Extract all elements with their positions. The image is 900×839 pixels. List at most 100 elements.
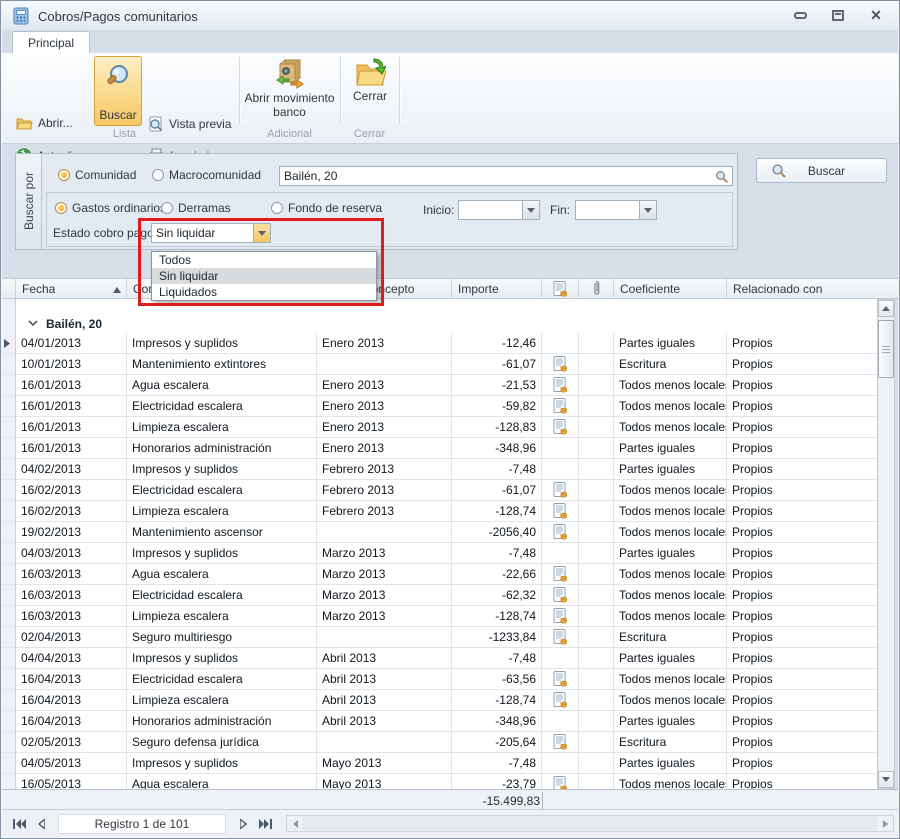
row-indicator-cell xyxy=(2,669,16,690)
scroll-up-button[interactable] xyxy=(878,300,894,317)
radio-fondo-reserva[interactable]: Fondo de reserva xyxy=(271,201,382,215)
table-row[interactable]: 16/01/2013 Agua escalera Enero 2013 -21,… xyxy=(2,375,878,396)
table-row[interactable]: 16/03/2013 Agua escalera Marzo 2013 -22,… xyxy=(2,564,878,585)
table-row[interactable]: 16/05/2013 Agua escalera Mayo 2013 -23,7… xyxy=(2,774,878,789)
cell-attachment xyxy=(579,711,614,732)
next-record-icon xyxy=(240,819,247,829)
cell-coeficiente: Escritura xyxy=(614,354,727,375)
cell-concepto: Impresos y suplidos xyxy=(127,648,317,669)
table-row[interactable]: 16/02/2013 Electricidad escalera Febrero… xyxy=(2,480,878,501)
maximize-icon xyxy=(832,10,844,21)
table-row[interactable]: 04/04/2013 Impresos y suplidos Abril 201… xyxy=(2,648,878,669)
cell-relacionado: Propios xyxy=(727,732,878,753)
table-row[interactable]: 04/03/2013 Impresos y suplidos Marzo 201… xyxy=(2,543,878,564)
cell-importe: -128,74 xyxy=(452,690,542,711)
table-row[interactable]: 04/02/2013 Impresos y suplidos Febrero 2… xyxy=(2,459,878,480)
cell-importe: -348,96 xyxy=(452,438,542,459)
tab-principal[interactable]: Principal xyxy=(12,31,90,54)
cell-fecha: 04/02/2013 xyxy=(16,459,127,480)
table-row[interactable]: 16/04/2013 Honorarios administración Abr… xyxy=(2,711,878,732)
previous-record-button[interactable] xyxy=(30,815,52,833)
last-record-button[interactable] xyxy=(254,815,276,833)
scroll-right-button[interactable] xyxy=(877,816,893,831)
estado-combo[interactable]: Sin liquidar xyxy=(151,223,271,243)
table-row[interactable]: 16/04/2013 Electricidad escalera Abril 2… xyxy=(2,669,878,690)
table-row[interactable]: 02/04/2013 Seguro multiriesgo -1233,84 E… xyxy=(2,627,878,648)
vertical-scrollbar[interactable] xyxy=(877,299,895,789)
header-attachment-column[interactable] xyxy=(579,279,614,298)
group-row[interactable]: Bailén, 20 xyxy=(2,314,878,333)
table-row[interactable]: 19/02/2013 Mantenimiento ascensor -2056,… xyxy=(2,522,878,543)
cell-coeficiente: Todos menos locales xyxy=(614,606,727,627)
buscar-ribbon-button[interactable]: Buscar xyxy=(94,56,142,126)
table-row[interactable]: 16/01/2013 Electricidad escalera Enero 2… xyxy=(2,396,878,417)
cell-importe: -7,48 xyxy=(452,648,542,669)
table-row[interactable]: 16/03/2013 Limpieza escalera Marzo 2013 … xyxy=(2,606,878,627)
row-indicator-cell xyxy=(2,627,16,648)
table-row[interactable]: 02/05/2013 Seguro defensa jurídica -205,… xyxy=(2,732,878,753)
record-navigator: Registro 1 de 101 xyxy=(2,809,898,837)
cell-attachment xyxy=(579,438,614,459)
estado-dropdown-button[interactable] xyxy=(253,224,270,242)
table-row[interactable]: 16/04/2013 Limpieza escalera Abril 2013 … xyxy=(2,690,878,711)
community-input[interactable]: Bailén, 20 xyxy=(279,166,733,186)
cell-document xyxy=(542,564,579,585)
horizontal-scrollbar[interactable] xyxy=(286,815,894,832)
cell-fecha: 16/03/2013 xyxy=(16,585,127,606)
cell-coeficiente: Escritura xyxy=(614,732,727,753)
cell-fecha: 04/03/2013 xyxy=(16,543,127,564)
dropdown-item[interactable]: Liquidados xyxy=(152,284,376,300)
field-search-icon[interactable] xyxy=(715,170,729,184)
inicio-date-combo[interactable] xyxy=(458,200,540,220)
radio-macrocomunidad[interactable]: Macrocomunidad xyxy=(152,168,261,182)
fin-dropdown-button[interactable] xyxy=(639,201,656,219)
table-row[interactable]: 16/01/2013 Limpieza escalera Enero 2013 … xyxy=(2,417,878,438)
table-row[interactable]: 04/01/2013 Impresos y suplidos Enero 201… xyxy=(2,333,878,354)
scroll-down-button[interactable] xyxy=(878,771,894,788)
header-coeficiente[interactable]: Coeficiente xyxy=(614,279,727,298)
cell-importe: -205,64 xyxy=(452,732,542,753)
radio-gastos-ordinarios[interactable]: Gastos ordinarios xyxy=(55,201,166,215)
minimize-button[interactable] xyxy=(792,8,808,22)
dropdown-item[interactable]: Sin liquidar xyxy=(152,268,376,284)
first-record-button[interactable] xyxy=(8,815,30,833)
next-record-button[interactable] xyxy=(232,815,254,833)
cell-importe: -22,66 xyxy=(452,564,542,585)
table-row[interactable]: 16/01/2013 Honorarios administración Ene… xyxy=(2,438,878,459)
cerrar-button[interactable]: Cerrar xyxy=(343,57,397,103)
radio-selected-icon xyxy=(55,202,67,214)
radio-comunidad[interactable]: Comunidad xyxy=(58,168,136,182)
radio-derramas[interactable]: Derramas xyxy=(161,201,231,215)
table-row[interactable]: 16/03/2013 Electricidad escalera Marzo 2… xyxy=(2,585,878,606)
table-row[interactable]: 16/02/2013 Limpieza escalera Febrero 201… xyxy=(2,501,878,522)
cell-attachment xyxy=(579,774,614,789)
header-document-column[interactable] xyxy=(542,279,579,298)
cell-mes: Febrero 2013 xyxy=(317,501,452,522)
calculator-icon xyxy=(12,7,30,25)
abrir-movimiento-banco-button[interactable]: Abrir movimiento banco xyxy=(241,57,338,119)
cell-document xyxy=(542,753,579,774)
inicio-dropdown-button[interactable] xyxy=(522,201,539,219)
header-fecha[interactable]: Fecha xyxy=(16,279,127,298)
dropdown-item[interactable]: Todos xyxy=(152,252,376,268)
fin-date-combo[interactable] xyxy=(575,200,657,220)
header-relacionado-con[interactable]: Relacionado con xyxy=(727,279,878,298)
cell-relacionado: Propios xyxy=(727,564,878,585)
cell-concepto: Impresos y suplidos xyxy=(127,543,317,564)
cell-coeficiente: Todos menos locales xyxy=(614,585,727,606)
cell-coeficiente: Escritura xyxy=(614,627,727,648)
maximize-button[interactable] xyxy=(830,8,846,22)
table-row[interactable]: 10/01/2013 Mantenimiento extintores -61,… xyxy=(2,354,878,375)
cell-document xyxy=(542,732,579,753)
cell-fecha: 16/04/2013 xyxy=(16,669,127,690)
header-importe[interactable]: Importe xyxy=(452,279,542,298)
close-button[interactable]: ✕ xyxy=(868,8,884,22)
vertical-scrollbar-thumb[interactable] xyxy=(878,320,894,378)
buscar-panel-button[interactable]: Buscar xyxy=(756,158,887,183)
cell-concepto: Seguro multiriesgo xyxy=(127,627,317,648)
row-indicator-cell xyxy=(2,333,16,354)
scroll-left-button[interactable] xyxy=(287,816,303,831)
cell-mes: Enero 2013 xyxy=(317,333,452,354)
table-row[interactable]: 04/05/2013 Impresos y suplidos Mayo 2013… xyxy=(2,753,878,774)
collapse-chevron-icon[interactable] xyxy=(28,320,38,327)
